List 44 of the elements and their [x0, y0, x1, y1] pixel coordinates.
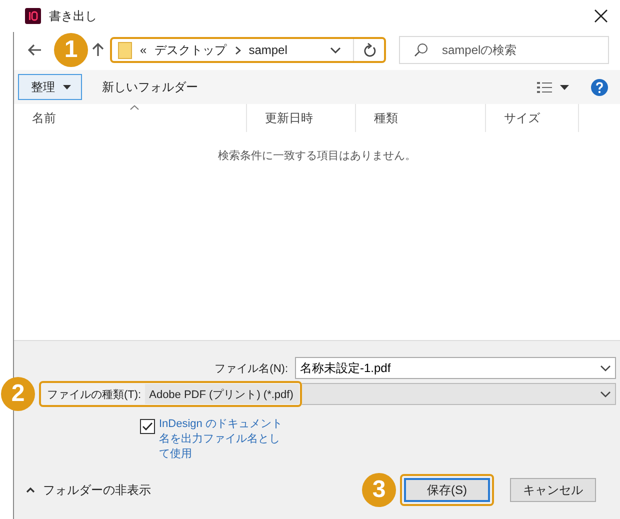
callout-number: 1 [54, 33, 88, 67]
breadcrumb[interactable]: sampel [248, 43, 288, 57]
column-header[interactable]: 更新日時 [247, 104, 356, 132]
hide-folders-button[interactable]: フォルダーの非表示 [14, 482, 163, 498]
file-name-combo[interactable]: 名称未設定-1.pdf [295, 357, 616, 379]
window-title: 書き出し [49, 8, 97, 24]
app-icon [25, 8, 41, 24]
dropdown-icon[interactable] [600, 364, 611, 372]
dropdown-icon[interactable] [330, 46, 341, 54]
callout-number: 2 [1, 377, 35, 411]
refresh-icon[interactable] [362, 43, 376, 57]
up-icon[interactable] [92, 43, 104, 57]
column-header[interactable]: サイズ [486, 104, 579, 132]
save-button[interactable]: 保存(S) [404, 478, 490, 502]
dropdown-icon[interactable] [600, 390, 611, 398]
cancel-button[interactable]: キャンセル [510, 478, 596, 502]
checkbox[interactable] [140, 419, 155, 434]
organize-button[interactable]: 整理 [18, 74, 82, 100]
callout-number: 3 [362, 473, 396, 507]
breadcrumb[interactable]: デスクトップ [154, 42, 227, 58]
chevron-icon [234, 46, 241, 54]
column-header[interactable]: 種類 [356, 104, 486, 132]
folder-icon [118, 42, 132, 58]
caret-icon[interactable] [560, 84, 569, 90]
file-type-select[interactable]: Adobe PDF (プリント) (*.pdf) [145, 384, 300, 404]
column-header[interactable]: 名前 [14, 104, 247, 132]
overflow-chevron[interactable]: « [140, 43, 147, 57]
search-icon [414, 43, 428, 57]
close-icon[interactable] [594, 9, 608, 23]
checkbox-label[interactable]: InDesign のドキュメント名を出力ファイル名として使用 [159, 417, 287, 462]
help-icon[interactable] [591, 78, 608, 96]
field-label: ファイル名(N): [214, 362, 289, 376]
sort-caret-icon [130, 105, 139, 110]
address-bar[interactable]: « デスクトップ sampel [110, 37, 386, 63]
view-icon[interactable] [537, 80, 552, 94]
back-icon[interactable] [28, 44, 42, 56]
new-folder-button[interactable]: 新しいフォルダー [90, 78, 210, 96]
caret-icon [63, 84, 71, 90]
search-box[interactable]: sampelの検索 [399, 36, 609, 64]
search-field[interactable]: sampelの検索 [440, 42, 584, 58]
file-name-field[interactable]: 名称未設定-1.pdf [296, 361, 600, 375]
empty-message: 検索条件に一致する項目はありません。 [218, 148, 416, 163]
chevron-up-icon [26, 487, 35, 493]
field-label: ファイルの種類(T): [47, 388, 142, 402]
